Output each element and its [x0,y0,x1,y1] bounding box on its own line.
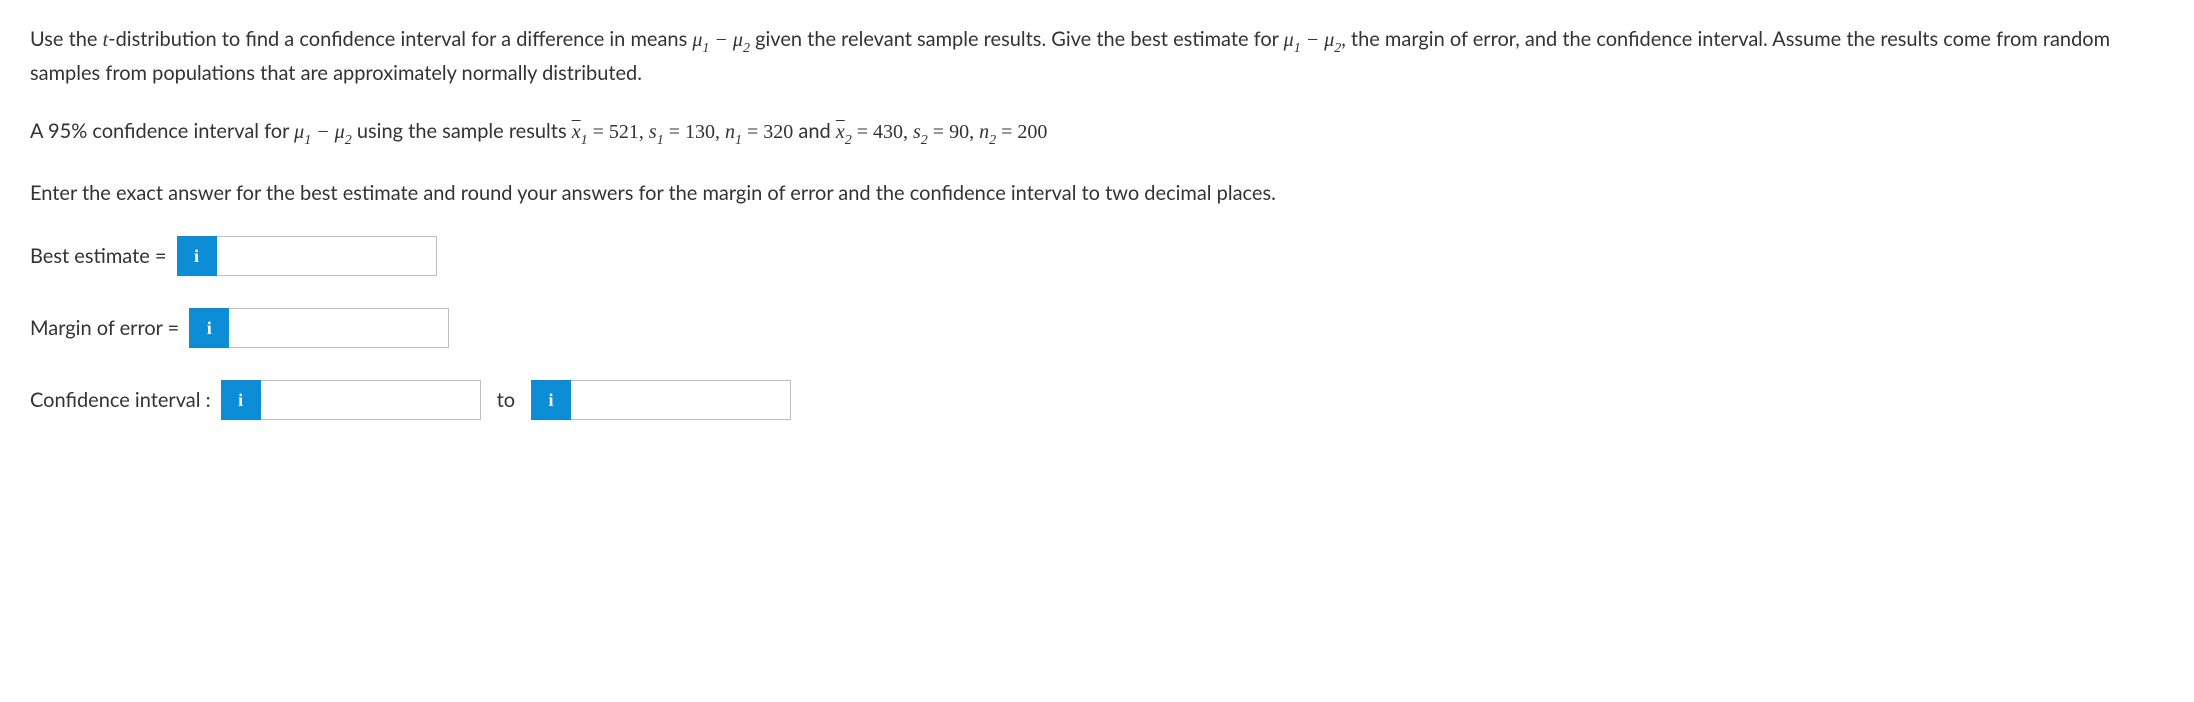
text-segment: using the sample results [352,119,572,143]
ci-lower-input[interactable] [261,380,481,420]
xbar1: x1 [572,121,588,143]
and-text: and [793,119,836,143]
s1: s1 [649,121,664,143]
mu-diff-expr: μ1 − μ2 [294,121,352,143]
s2: s2 [913,121,928,143]
question-intro: Use the t-distribution to find a confide… [30,24,2164,88]
question-container: Use the t-distribution to find a confide… [30,24,2164,420]
equals: = [928,121,949,143]
info-icon[interactable]: i [531,380,571,420]
equals: = [996,121,1017,143]
xbar1-value: 521 [609,121,639,143]
best-estimate-input[interactable] [217,236,437,276]
margin-error-label: Margin of error = [30,313,179,343]
n2-value: 200 [1017,121,1047,143]
to-label: to [497,385,515,415]
xbar2: x2 [836,121,852,143]
comma: , [969,121,979,143]
text-segment: Use the [30,27,103,51]
comma: , [639,121,649,143]
xbar2-value: 430 [873,121,903,143]
best-estimate-label: Best estimate = [30,241,167,271]
comma: , [715,121,725,143]
question-data: A 95% confidence interval for μ1 − μ2 us… [30,116,2164,150]
n1: n1 [725,121,742,143]
margin-error-row: Margin of error = i [30,308,2164,348]
confidence-interval-row: Confidence interval : i to i [30,380,2164,420]
n2: n2 [979,121,996,143]
ci-upper-input[interactable] [571,380,791,420]
s1-value: 130 [685,121,715,143]
mu-diff-expr: μ1 − μ2 [692,29,750,51]
equals: = [588,121,609,143]
margin-error-input[interactable] [229,308,449,348]
best-estimate-row: Best estimate = i [30,236,2164,276]
equals: = [742,121,763,143]
equals: = [852,121,873,143]
mu-diff-expr: μ1 − μ2 [1284,29,1342,51]
text-segment: -distribution to find a confidence inter… [108,27,692,51]
n1-value: 320 [763,121,793,143]
equals: = [664,121,685,143]
info-icon[interactable]: i [221,380,261,420]
text-segment: A 95% confidence interval for [30,119,294,143]
info-icon[interactable]: i [177,236,217,276]
info-icon[interactable]: i [189,308,229,348]
best-estimate-input-group: i [177,236,437,276]
ci-lower-input-group: i [221,380,481,420]
answer-instruction: Enter the exact answer for the best esti… [30,178,2164,208]
s2-value: 90 [949,121,969,143]
text-segment: given the relevant sample results. Give … [750,27,1284,51]
comma: , [903,121,913,143]
ci-upper-input-group: i [531,380,791,420]
margin-error-input-group: i [189,308,449,348]
ci-label: Confidence interval : [30,385,211,415]
